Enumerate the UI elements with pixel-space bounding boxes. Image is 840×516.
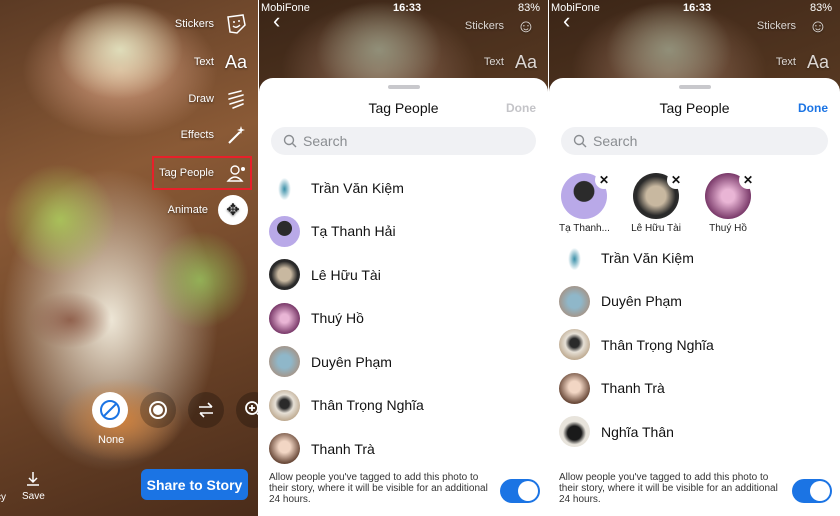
avatar <box>559 242 590 274</box>
search-field[interactable] <box>271 127 536 155</box>
selected-chip[interactable]: ✕ Lê Hữu Tài <box>631 171 685 234</box>
list-item[interactable]: Nghĩa Thân <box>559 410 840 454</box>
sticker-icon: ☺ <box>516 15 536 36</box>
tool-draw[interactable]: Draw <box>188 87 248 111</box>
avatar <box>269 389 300 421</box>
sheet-title: Tag People <box>368 100 439 116</box>
list-item[interactable]: Thân Trọng Nghĩa <box>559 323 840 367</box>
search-field[interactable] <box>561 127 828 155</box>
avatar <box>269 433 300 465</box>
zoom-button[interactable] <box>236 392 258 428</box>
filter-none-button[interactable] <box>92 392 128 428</box>
back-chevron-icon[interactable]: ‹ <box>563 10 577 32</box>
avatar <box>269 346 300 378</box>
avatar <box>269 215 300 247</box>
list-item[interactable]: Duyên Phạm <box>559 280 840 324</box>
search-icon <box>573 134 587 148</box>
swap-arrows-icon <box>199 402 213 418</box>
selected-chip[interactable]: ✕ Tạ Thanh... <box>559 171 613 234</box>
tool-effects[interactable]: Effects <box>181 123 248 147</box>
save-button[interactable]: Save <box>22 470 45 502</box>
text-icon: Aa <box>806 51 830 72</box>
text-icon: Aa <box>224 51 248 72</box>
list-item[interactable]: Thanh Trà <box>559 367 840 411</box>
list-item[interactable]: Trần Văn Kiệm <box>269 166 548 210</box>
done-button[interactable]: Done <box>506 101 536 115</box>
zoom-in-icon <box>245 401 258 416</box>
search-input[interactable] <box>593 133 793 149</box>
tag-people-sheet: Tag People Done ✕ Tạ Thanh... ✕ Lê Hữu T… <box>549 78 840 516</box>
tool-text[interactable]: Text Aa <box>194 50 248 74</box>
sticker-icon <box>224 12 248 36</box>
move-arrows-icon: ✥ <box>218 195 248 225</box>
tag-people-highlight-box <box>152 156 252 190</box>
share-permission-row: Allow people you've tagged to add this p… <box>259 464 548 516</box>
remove-tag-icon[interactable]: ✕ <box>739 171 757 189</box>
tag-people-sheet: Tag People Done Trần Văn Kiệm Tạ Thanh H… <box>259 78 548 516</box>
list-item[interactable]: Trần Văn Kiệm <box>559 236 840 280</box>
search-input[interactable] <box>303 133 503 149</box>
filter-label: None <box>98 434 125 446</box>
record-icon <box>149 401 167 419</box>
people-list: Trần Văn Kiệm Tạ Thanh Hải Lê Hữu Tài Th… <box>269 166 548 471</box>
avatar <box>269 172 300 204</box>
tag-people-panel-empty: MobiFone 16:33 83% ‹ Stickers ☺ Text Aa … <box>258 0 548 516</box>
done-button[interactable]: Done <box>798 101 828 115</box>
selected-people: ✕ Tạ Thanh... ✕ Lê Hữu Tài ✕ Thuý Hồ <box>559 171 757 234</box>
text-icon: Aa <box>514 51 538 72</box>
sheet-title: Tag People <box>659 100 730 116</box>
story-photo <box>0 0 258 516</box>
remove-tag-icon[interactable]: ✕ <box>667 171 685 189</box>
story-editor-panel: Stickers Text Aa Draw Effects Tag People <box>0 0 258 516</box>
share-permission-text: Allow people you've tagged to add this p… <box>269 472 488 505</box>
share-permission-row: Allow people you've tagged to add this p… <box>549 464 840 516</box>
search-icon <box>283 134 297 148</box>
list-item[interactable]: Tạ Thanh Hải <box>269 210 548 254</box>
privacy-button[interactable]: cy <box>0 492 6 503</box>
avatar <box>559 416 590 448</box>
selected-chip[interactable]: ✕ Thuý Hồ <box>703 171 757 234</box>
tool-stickers[interactable]: Stickers <box>175 12 248 36</box>
share-to-story-button[interactable]: Share to Story <box>141 469 248 500</box>
avatar <box>269 259 300 291</box>
sheet-grabber[interactable] <box>678 85 711 89</box>
back-chevron-icon[interactable]: ‹ <box>273 10 287 32</box>
draw-icon <box>224 87 248 111</box>
share-permission-text: Allow people you've tagged to add this p… <box>559 472 778 505</box>
avatar <box>559 285 590 317</box>
list-item[interactable]: Duyên Phạm <box>269 340 548 384</box>
effects-wand-icon <box>224 123 248 147</box>
filter-circle-button[interactable] <box>140 392 176 428</box>
list-item[interactable]: Lê Hữu Tài <box>269 253 548 297</box>
download-icon <box>27 472 40 486</box>
swap-button[interactable] <box>188 392 224 428</box>
tool-animate[interactable]: Animate ✥ <box>168 195 248 225</box>
people-list: Trần Văn Kiệm Duyên Phạm Thân Trọng Nghĩ… <box>559 236 840 454</box>
remove-tag-icon[interactable]: ✕ <box>595 171 613 189</box>
avatar <box>559 329 590 361</box>
list-item[interactable]: Thân Trọng Nghĩa <box>269 384 548 428</box>
sticker-icon: ☺ <box>808 15 828 36</box>
avatar <box>559 372 590 404</box>
sheet-grabber[interactable] <box>387 85 420 89</box>
no-filter-icon <box>100 400 120 420</box>
list-item[interactable]: Thuý Hồ <box>269 297 548 341</box>
allow-share-toggle[interactable] <box>500 479 540 503</box>
allow-share-toggle[interactable] <box>792 479 832 503</box>
tag-people-panel-selected: MobiFone 16:33 83% ‹ Stickers ☺ Text Aa … <box>548 0 840 516</box>
avatar <box>269 302 300 334</box>
